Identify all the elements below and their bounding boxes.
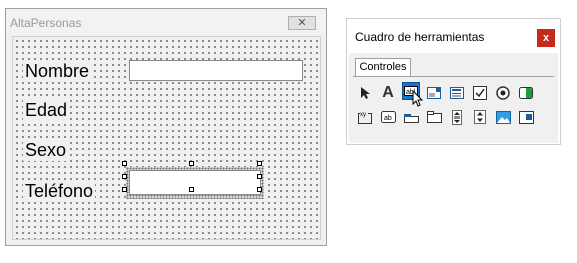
userform-window[interactable]: AltaPersonas ✕ Nombre Edad Sexo Teléfono bbox=[5, 8, 327, 246]
resize-handle-e[interactable] bbox=[257, 174, 262, 179]
svg-text:ab: ab bbox=[384, 115, 392, 122]
label-edad[interactable]: Edad bbox=[23, 99, 70, 121]
tool-frame[interactable]: xy bbox=[356, 108, 374, 126]
toolbox-close-button[interactable]: x bbox=[537, 29, 555, 47]
resize-handle-sw[interactable] bbox=[122, 187, 127, 192]
resize-handle-w[interactable] bbox=[122, 174, 127, 179]
toolbox-title: Cuadro de herramientas bbox=[355, 30, 485, 44]
tool-select-objects[interactable] bbox=[356, 84, 374, 102]
checkbox-icon bbox=[473, 86, 487, 100]
textbox-nombre[interactable] bbox=[129, 60, 303, 81]
frame-icon: xy bbox=[357, 110, 372, 124]
label-sexo[interactable]: Sexo bbox=[23, 139, 69, 161]
userform-titlebar[interactable]: AltaPersonas ✕ bbox=[6, 9, 326, 34]
combobox-icon bbox=[427, 87, 441, 99]
tool-spinbutton[interactable] bbox=[471, 108, 489, 126]
tool-tabstrip[interactable] bbox=[402, 108, 420, 126]
toolbox-window[interactable]: Cuadro de herramientas x Controles A ab| bbox=[346, 18, 561, 145]
userform-title: AltaPersonas bbox=[10, 16, 82, 30]
mouse-cursor-icon bbox=[412, 90, 424, 107]
tool-image[interactable] bbox=[494, 108, 512, 126]
multipage-icon bbox=[426, 111, 442, 123]
controls-panel: A ab| xy ab bbox=[353, 76, 554, 142]
select-objects-icon bbox=[361, 87, 370, 99]
close-icon: ✕ bbox=[297, 17, 307, 29]
tool-multipage[interactable] bbox=[425, 108, 443, 126]
textbox-telefono[interactable] bbox=[129, 170, 261, 195]
tool-optionbutton[interactable] bbox=[494, 84, 512, 102]
label-nombre[interactable]: Nombre bbox=[23, 60, 92, 82]
spinbutton-icon bbox=[474, 110, 486, 124]
close-icon: x bbox=[542, 32, 550, 44]
scrollbar-icon bbox=[452, 109, 462, 125]
commandbutton-icon: ab bbox=[380, 111, 396, 123]
refedit-icon bbox=[518, 110, 534, 124]
resize-handle-nw[interactable] bbox=[122, 161, 127, 166]
label-icon: A bbox=[382, 84, 394, 101]
resize-handle-ne[interactable] bbox=[257, 161, 262, 166]
tabstrip-icon bbox=[403, 114, 419, 123]
resize-handle-s[interactable] bbox=[189, 187, 194, 192]
svg-text:xy: xy bbox=[360, 112, 366, 118]
tool-listbox[interactable] bbox=[448, 84, 466, 102]
label-telefono[interactable]: Teléfono bbox=[23, 180, 96, 202]
userform-canvas[interactable]: Nombre Edad Sexo Teléfono bbox=[12, 36, 321, 240]
tool-commandbutton[interactable]: ab bbox=[379, 108, 397, 126]
tool-scrollbar[interactable] bbox=[448, 108, 466, 126]
tool-checkbox[interactable] bbox=[471, 84, 489, 102]
tool-refedit[interactable] bbox=[517, 108, 535, 126]
resize-handle-se[interactable] bbox=[257, 187, 262, 192]
tab-controles[interactable]: Controles bbox=[355, 58, 411, 77]
toolbox-body: Controles A ab| xy ab bbox=[349, 53, 558, 143]
resize-handle-n[interactable] bbox=[189, 161, 194, 166]
image-icon bbox=[495, 110, 511, 124]
listbox-icon bbox=[450, 87, 464, 99]
optionbutton-icon bbox=[496, 86, 510, 100]
userform-close-button[interactable]: ✕ bbox=[288, 16, 316, 30]
tool-combobox[interactable] bbox=[425, 84, 443, 102]
togglebutton-icon bbox=[519, 87, 533, 99]
tool-label[interactable]: A bbox=[379, 84, 397, 102]
tool-togglebutton[interactable] bbox=[517, 84, 535, 102]
